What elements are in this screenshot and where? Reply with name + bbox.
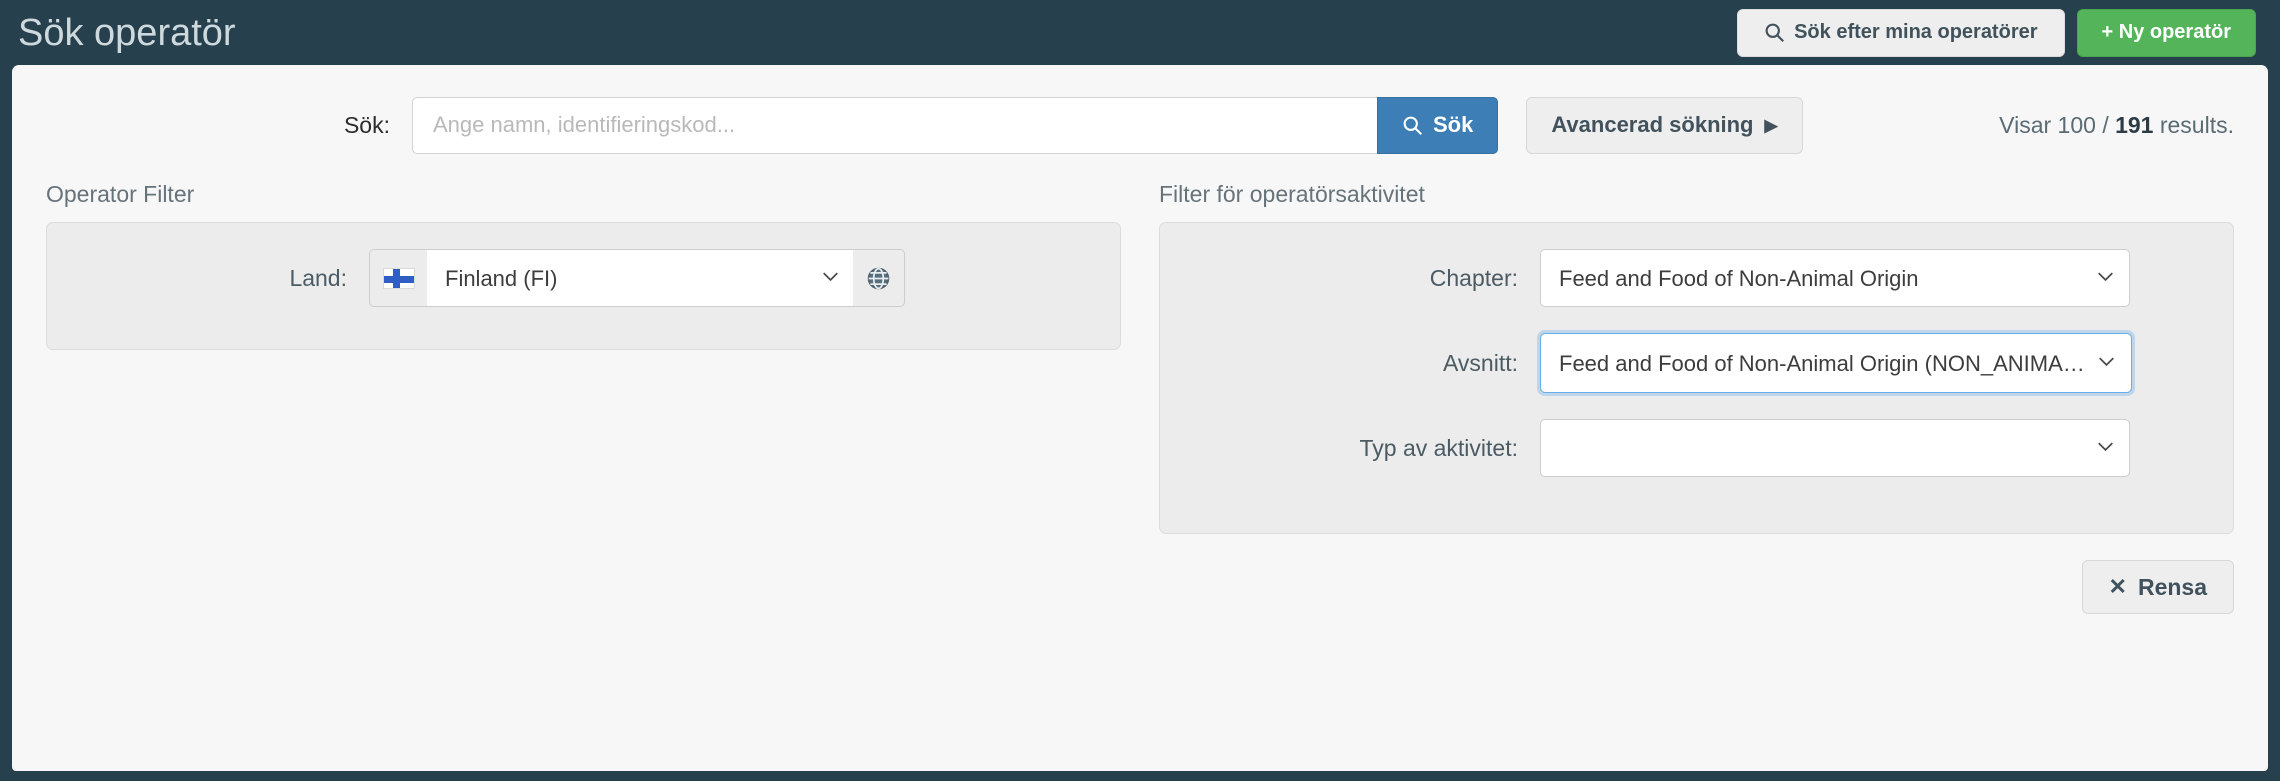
search-submit-button[interactable]: Sök [1377, 96, 1499, 154]
section-select-wrap: Feed and Food of Non-Animal Origin (NON_… [1540, 333, 2132, 393]
advanced-search-label: Avancerad sökning [1551, 112, 1754, 137]
results-prefix: Visar 100 / [1999, 111, 2116, 138]
chapter-select-wrap: Feed and Food of Non-Animal Origin [1540, 249, 2130, 307]
results-total: 191 [2115, 111, 2154, 138]
app-header: Sök operatör Sök efter mina operatörer +… [0, 0, 2280, 65]
new-operator-label: + Ny operatör [2101, 21, 2231, 43]
activity-filter-column: Filter för operatörsaktivitet Chapter: F… [1159, 181, 2234, 534]
filters-area: Operator Filter Land: Finland (FI) Filte… [12, 181, 2268, 534]
header-actions: Sök efter mina operatörer + Ny operatör [1737, 8, 2256, 57]
advanced-search-button[interactable]: Avancerad sökning ▶ [1526, 96, 1803, 154]
search-submit-label: Sök [1433, 112, 1474, 137]
activity-type-select[interactable] [1540, 419, 2130, 477]
country-input-group: Finland (FI) [369, 249, 905, 307]
search-icon [1764, 22, 1785, 43]
operator-filter-heading: Operator Filter [46, 181, 195, 207]
operator-filter-column: Operator Filter Land: Finland (FI) [46, 181, 1121, 534]
fi-flag-icon [369, 249, 427, 307]
activity-filter-panel: Chapter: Feed and Food of Non-Animal Ori… [1159, 222, 2234, 534]
country-field-row: Land: Finland (FI) [47, 249, 1120, 307]
clear-filters-button[interactable]: ✕ Rensa [2081, 560, 2234, 614]
search-input[interactable] [412, 96, 1377, 154]
activity-type-field-row: Typ av aktivitet: [1160, 419, 2233, 477]
chapter-label: Chapter: [1429, 264, 1518, 291]
search-row: Sök: Sök Avancerad sökning ▶ Visar 100 /… [12, 65, 2268, 161]
operator-filter-panel: Land: Finland (FI) [46, 222, 1121, 350]
section-field-row: Avsnitt: Feed and Food of Non-Animal Ori… [1160, 333, 2233, 393]
search-input-group: Sök [412, 96, 1499, 154]
activity-type-select-wrap [1540, 419, 2130, 477]
page-title: Sök operatör [18, 11, 236, 54]
search-label: Sök: [343, 111, 390, 138]
search-icon [1402, 115, 1423, 136]
chapter-field-row: Chapter: Feed and Food of Non-Animal Ori… [1160, 249, 2233, 307]
globe-icon [866, 266, 891, 291]
search-my-operators-button[interactable]: Sök efter mina operatörer [1737, 8, 2065, 57]
clear-filters-label: Rensa [2137, 573, 2207, 600]
close-icon: ✕ [2108, 574, 2127, 599]
search-my-operators-label: Sök efter mina operatörer [1794, 21, 2038, 43]
section-select[interactable]: Feed and Food of Non-Animal Origin (NON_… [1541, 334, 2131, 392]
country-label: Land: [289, 264, 347, 291]
section-label: Avsnitt: [1443, 349, 1518, 376]
country-select[interactable]: Finland (FI) [427, 249, 853, 307]
caret-right-icon: ▶ [1764, 115, 1778, 135]
globe-icon-button[interactable] [853, 249, 905, 307]
activity-filter-heading: Filter för operatörsaktivitet [1159, 181, 1425, 207]
chapter-select[interactable]: Feed and Food of Non-Animal Origin [1540, 249, 2130, 307]
new-operator-button[interactable]: + Ny operatör [2076, 8, 2256, 57]
filters-footer: ✕ Rensa [12, 534, 2268, 614]
main-panel: Sök: Sök Avancerad sökning ▶ Visar 100 /… [12, 65, 2268, 771]
results-suffix: results. [2153, 111, 2234, 138]
results-count: Visar 100 / 191 results. [1999, 112, 2234, 139]
activity-type-label: Typ av aktivitet: [1359, 434, 1518, 461]
country-select-wrap: Finland (FI) [427, 249, 853, 307]
